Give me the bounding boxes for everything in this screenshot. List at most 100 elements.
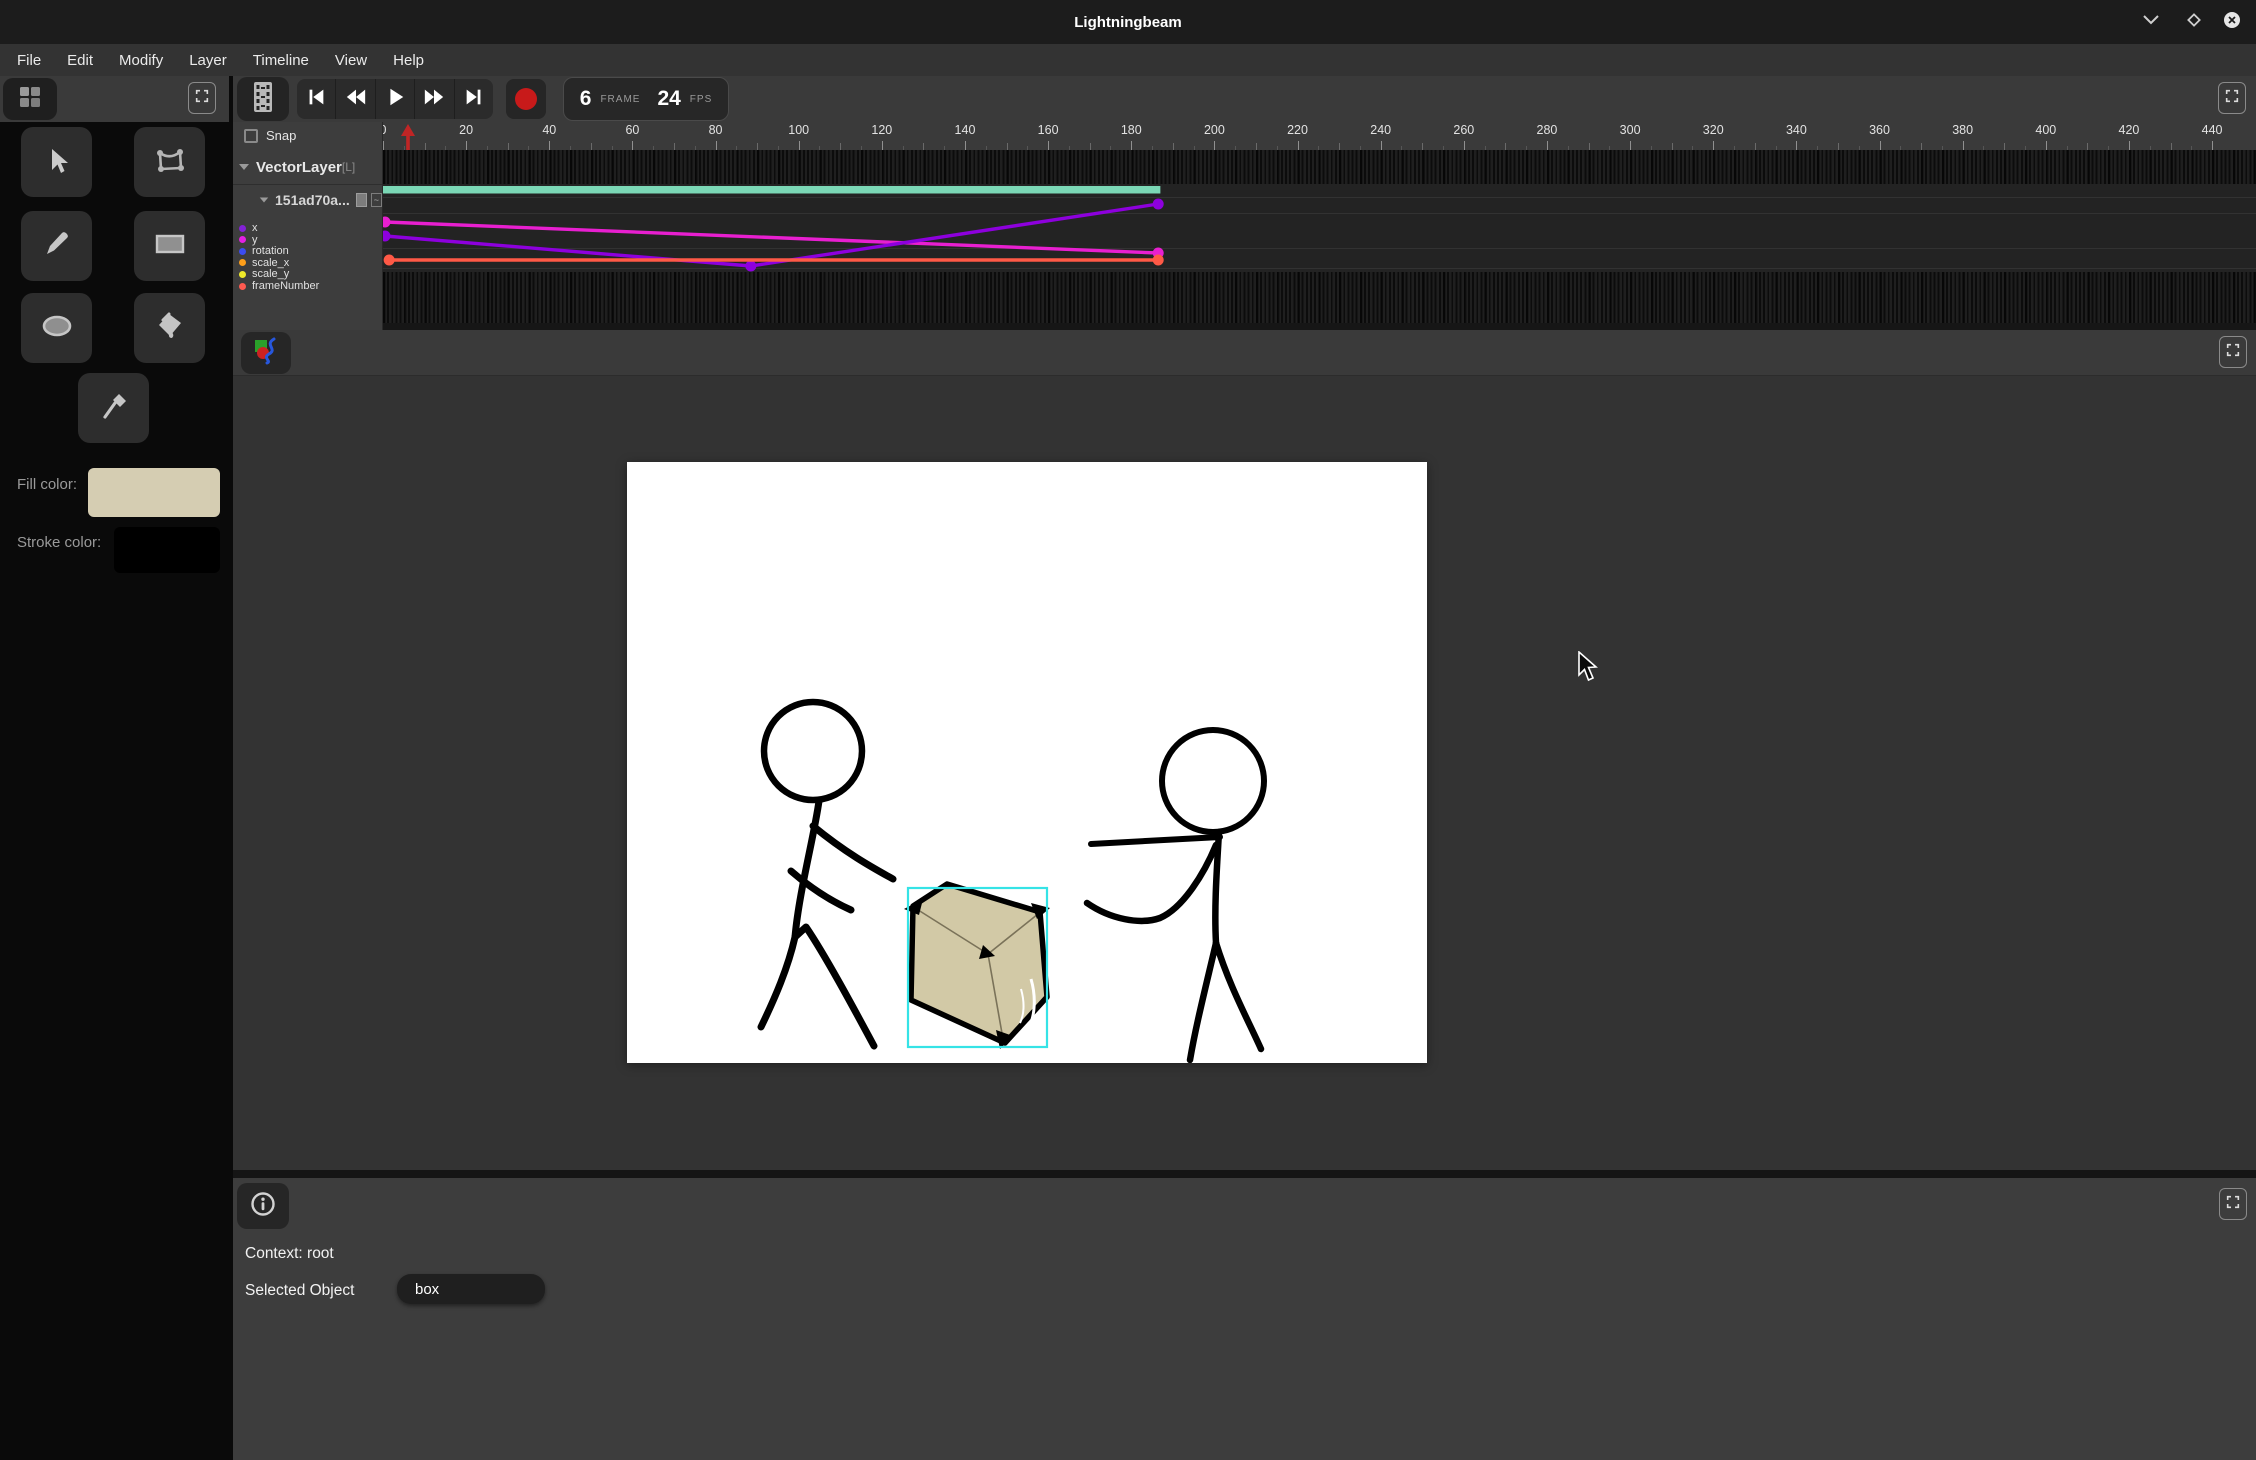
- close-button[interactable]: [2221, 12, 2243, 32]
- fps-value: 24: [657, 87, 680, 111]
- rectangle-icon: [154, 230, 186, 263]
- menu-item-edit[interactable]: Edit: [54, 52, 106, 69]
- menu-item-file[interactable]: File: [4, 52, 54, 69]
- keyframe-dot-x[interactable]: [1153, 199, 1164, 210]
- play-button[interactable]: [376, 79, 415, 119]
- panel-grid-button[interactable]: [3, 78, 57, 120]
- keyframe-dot-y[interactable]: [383, 217, 391, 228]
- snap-checkbox[interactable]: [244, 129, 258, 143]
- ruler-tick: [1630, 141, 1631, 150]
- curve-y[interactable]: [385, 222, 1158, 253]
- tilde-button[interactable]: ~: [371, 193, 382, 207]
- ruler-tick: [799, 141, 800, 150]
- box-object: [904, 884, 1050, 1049]
- maximize-button[interactable]: [2183, 12, 2205, 32]
- film-strip-icon: [250, 81, 276, 118]
- paint-bucket-icon: [154, 310, 186, 347]
- ruler-tick: [2171, 143, 2172, 150]
- record-button[interactable]: [506, 79, 546, 119]
- selected-object-value[interactable]: box: [397, 1274, 545, 1304]
- ruler-label: 420: [2119, 123, 2140, 137]
- ruler-label: 280: [1537, 123, 1558, 137]
- tool-panel-expand-button[interactable]: [188, 82, 216, 114]
- skip-to-end-button[interactable]: [455, 79, 493, 119]
- ruler-tick: [1796, 141, 1797, 150]
- property-color-dot: [239, 283, 246, 290]
- frame-fps-display[interactable]: 6 FRAME 24 FPS: [563, 77, 729, 121]
- ruler-label: 380: [1952, 123, 1973, 137]
- curve-x[interactable]: [385, 204, 1158, 266]
- keyframe-curves[interactable]: [383, 150, 2256, 330]
- property-row-frameNumber[interactable]: frameNumber: [239, 280, 319, 292]
- eyedropper-tool-button[interactable]: [78, 373, 149, 443]
- stroke-color-swatch[interactable]: [114, 527, 220, 573]
- fill-color-swatch[interactable]: [88, 468, 220, 517]
- property-row-x[interactable]: x: [239, 222, 258, 234]
- ruler-tick: [1131, 141, 1132, 150]
- ruler-tick: [2087, 143, 2088, 150]
- minimize-button[interactable]: [2140, 12, 2162, 32]
- rectangle-tool-button[interactable]: [134, 211, 205, 281]
- select-tool-button[interactable]: [21, 127, 92, 197]
- collapse-triangle-icon[interactable]: [239, 164, 249, 170]
- layer-visibility-button[interactable]: [356, 193, 367, 207]
- ruler-tick: [2129, 141, 2130, 150]
- rewind-button[interactable]: [336, 79, 375, 119]
- path-transform-icon: [154, 144, 186, 181]
- property-row-y[interactable]: y: [239, 234, 258, 246]
- object-row[interactable]: 151ad70a... ~: [233, 186, 382, 214]
- ruler-tick: [549, 141, 550, 150]
- info-button[interactable]: [237, 1183, 289, 1229]
- fast-forward-button[interactable]: [415, 79, 454, 119]
- ruler-tick: [1381, 141, 1382, 150]
- ruler-tick: [965, 141, 966, 150]
- paint-bucket-tool-button[interactable]: [134, 293, 205, 363]
- keyframe-span-bar[interactable]: [383, 186, 1160, 194]
- keyframe-dot-frameNumber[interactable]: [1153, 255, 1164, 266]
- ruler-tick: [383, 141, 384, 150]
- ruler-tick: [1547, 141, 1548, 150]
- property-row-rotation[interactable]: rotation: [239, 245, 289, 257]
- menu-item-view[interactable]: View: [322, 52, 380, 69]
- property-label: rotation: [252, 245, 289, 257]
- keyframe-dot-x[interactable]: [383, 231, 391, 242]
- ellipse-icon: [40, 313, 74, 344]
- property-row-scale_x[interactable]: scale_x: [239, 257, 289, 269]
- ruler-label: 320: [1703, 123, 1724, 137]
- menu-item-layer[interactable]: Layer: [176, 52, 240, 69]
- canvas-tab-button[interactable]: [241, 332, 291, 374]
- ruler-tick: [716, 141, 717, 150]
- menu-item-timeline[interactable]: Timeline: [240, 52, 322, 69]
- timeline-tracks[interactable]: [383, 150, 2256, 330]
- grid-icon: [18, 86, 42, 113]
- property-color-dot: [239, 225, 246, 232]
- canvas-expand-button[interactable]: [2219, 336, 2247, 368]
- layer-tag: [L]: [342, 160, 355, 174]
- property-row-scale_y[interactable]: scale_y: [239, 268, 289, 280]
- ruler-tick: [2046, 141, 2047, 150]
- property-label: x: [252, 222, 258, 234]
- inspector-expand-button[interactable]: [2219, 1188, 2247, 1220]
- keyframe-dot-x[interactable]: [745, 261, 756, 272]
- skip-to-start-button[interactable]: [297, 79, 336, 119]
- tool-panel: [0, 76, 233, 1460]
- frame-unit-label: FRAME: [600, 94, 640, 105]
- expand-icon: [2224, 88, 2240, 109]
- ellipse-tool-button[interactable]: [21, 293, 92, 363]
- transform-tool-button[interactable]: [134, 127, 205, 197]
- keyframe-dot-frameNumber[interactable]: [384, 255, 395, 266]
- animation-stage[interactable]: [627, 462, 1427, 1063]
- pencil-tool-button[interactable]: [21, 211, 92, 281]
- timeline-ruler[interactable]: 0204060801001201401601802002202402602803…: [233, 122, 2256, 150]
- property-color-dot: [239, 259, 246, 266]
- layer-row-vectorlayer[interactable]: VectorLayer[L]: [233, 150, 382, 185]
- ruler-label: 260: [1453, 123, 1474, 137]
- property-label: scale_y: [252, 268, 289, 280]
- panel-divider: [233, 1170, 2256, 1178]
- menu-item-modify[interactable]: Modify: [106, 52, 176, 69]
- ruler-tick: [1090, 143, 1091, 150]
- collapse-triangle-icon[interactable]: [260, 197, 269, 202]
- film-button[interactable]: [237, 77, 289, 121]
- menu-item-help[interactable]: Help: [380, 52, 437, 69]
- timeline-expand-button[interactable]: [2218, 82, 2246, 114]
